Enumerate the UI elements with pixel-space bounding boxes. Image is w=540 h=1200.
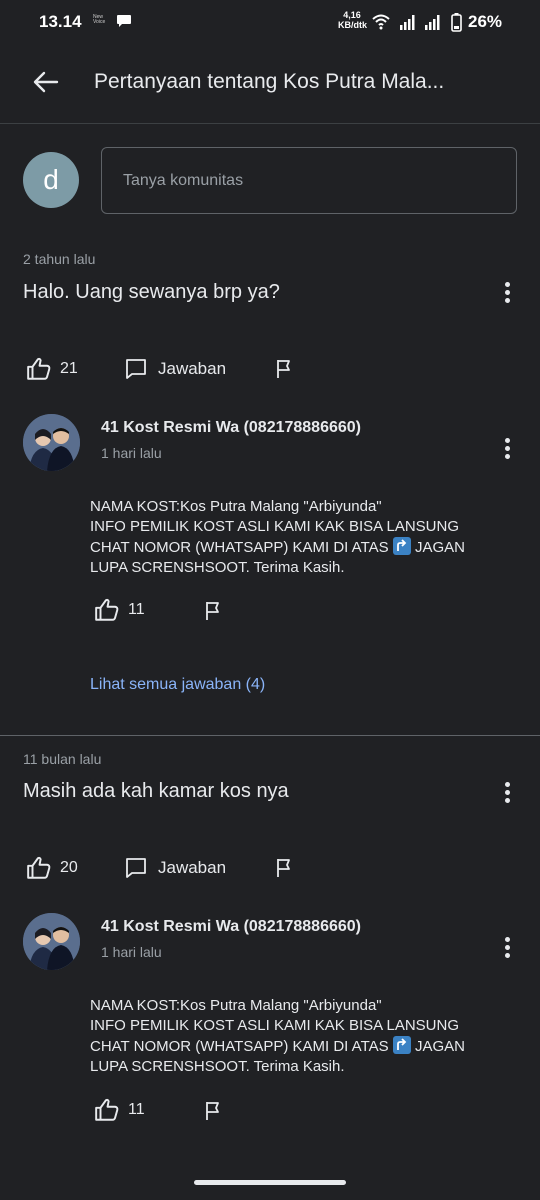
chat-notification-icon [117,15,131,27]
arrow-up-emoji-icon [392,1036,411,1054]
arrow-up-emoji-icon [392,537,411,555]
question-more-button[interactable] [495,278,519,306]
answer-line: NAMA KOST:Kos Putra Malang "Arbiyunda" [90,498,382,515]
status-tiny-icon-text: New Voice [93,14,106,25]
like-count: 20 [60,859,78,876]
question-like-button[interactable]: 20 [26,855,78,881]
page-title: Pertanyaan tentang Kos Putra Mala... [94,70,445,93]
question-like-button[interactable]: 21 [26,356,78,382]
flag-icon[interactable] [203,600,225,622]
user-avatar[interactable]: d [23,152,79,208]
signal-icon-2 [425,15,440,30]
answer-line-part: CHAT NOMOR (WHATSAPP) KAMI DI ATAS [90,1038,389,1055]
answer-more-button[interactable] [495,933,519,961]
answer-line: LUPA SCRENSHSOOT. Terima Kasih. [90,559,345,576]
divider [0,735,540,736]
answer-label: Jawaban [158,359,227,378]
arrow-back-icon [33,71,59,93]
app-bar: Pertanyaan tentang Kos Putra Mala... [0,46,540,124]
answer-author-name[interactable]: 41 Kost Resmi Wa (082178886660) [101,918,361,936]
answer-like-count: 11 [128,1101,145,1118]
answer-line: CHAT NOMOR (WHATSAPP) KAMI DI ATAS JAGAN [90,1036,500,1057]
network-speed-value: 4,16 [343,10,361,20]
answer-author-name[interactable]: 41 Kost Resmi Wa (082178886660) [101,419,361,437]
answer-like-button[interactable]: 11 [94,597,145,623]
flag-icon[interactable] [274,358,296,380]
question-text: Halo. Uang sewanya brp ya? [23,281,280,303]
answer-button[interactable]: Jawaban [124,856,226,880]
answer-button[interactable]: Jawaban [124,357,226,381]
thumb-up-icon [27,357,51,380]
answer-line-part: CHAT NOMOR (WHATSAPP) KAMI DI ATAS [90,539,389,556]
question-time: 11 bulan lalu [23,751,102,767]
like-count: 21 [60,360,78,377]
answer-line: LUPA SCRENSHSOOT. Terima Kasih. [90,1058,345,1075]
network-speed: 4,16 KB/dtk [338,10,367,30]
signal-icon-1 [400,15,415,30]
status-bar: 13.14 New Voice 4,16 KB/dtk 26% [0,0,540,46]
answer-like-count: 11 [128,601,145,618]
question-text: Masih ada kah kamar kos nya [23,780,289,802]
see-all-answers-link[interactable]: Lihat semua jawaban (4) [90,676,265,694]
network-speed-unit: KB/dtk [338,20,367,30]
answer-line: NAMA KOST:Kos Putra Malang "Arbiyunda" [90,997,382,1014]
battery-percent: 26% [468,12,503,31]
answer-body: NAMA KOST:Kos Putra Malang "Arbiyunda" I… [90,497,500,578]
home-indicator[interactable] [194,1180,346,1185]
answer-label: Jawaban [158,858,227,877]
comment-icon [126,858,146,878]
answer-line: CHAT NOMOR (WHATSAPP) KAMI DI ATAS JAGAN [90,537,500,558]
battery-icon [451,13,462,32]
thumb-up-icon [95,1098,119,1121]
answer-line: INFO PEMILIK KOST ASLI KAMI KAK BISA LAN… [90,1017,460,1034]
answer-line: INFO PEMILIK KOST ASLI KAMI KAK BISA LAN… [90,518,460,535]
question-more-button[interactable] [495,778,519,806]
flag-icon[interactable] [274,857,296,879]
ask-community-input[interactable] [101,147,517,214]
question-time: 2 tahun lalu [23,251,96,267]
answer-more-button[interactable] [495,434,519,462]
answer-body: NAMA KOST:Kos Putra Malang "Arbiyunda" I… [90,996,500,1077]
flag-icon[interactable] [203,1100,225,1122]
answer-line-part: JAGAN [414,1038,465,1055]
back-button[interactable] [24,60,68,104]
answer-avatar [23,414,80,471]
answer-time: 1 hari lalu [101,944,162,960]
connectivity-icons [372,13,462,32]
answer-time: 1 hari lalu [101,445,162,461]
status-time: 13.14 [39,12,82,31]
profile-photo-icon [23,414,80,471]
comment-icon [126,359,146,379]
thumb-up-icon [95,598,119,621]
answer-like-button[interactable]: 11 [94,1097,145,1123]
thumb-up-icon [27,856,51,879]
wifi-icon [372,14,390,26]
profile-photo-icon [23,913,80,970]
answer-line-part: JAGAN [414,539,465,556]
answer-avatar [23,913,80,970]
